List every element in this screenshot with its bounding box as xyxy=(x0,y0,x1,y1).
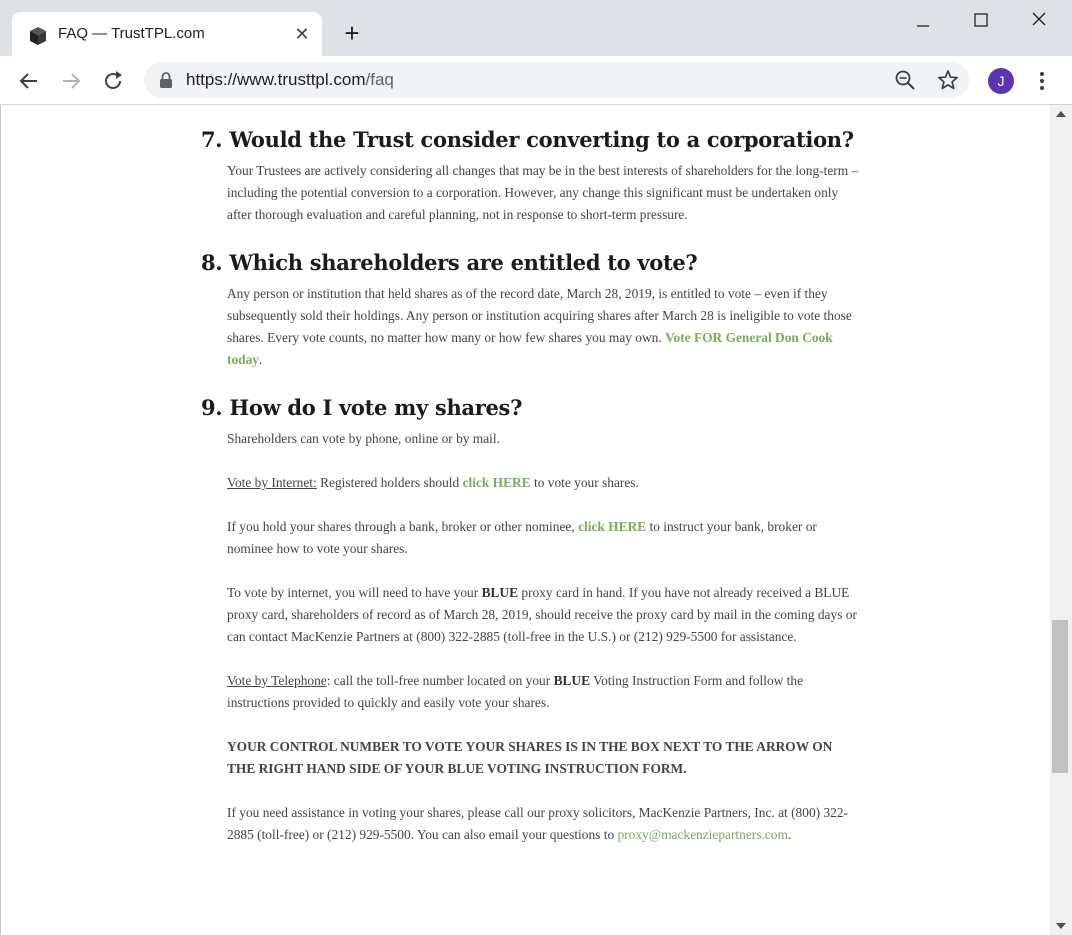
new-tab-plus-icon[interactable]: + xyxy=(338,20,366,48)
tab-strip: FAQ — TrustTPL.com ✕ + xyxy=(0,0,1072,56)
url-text: https://www.trusttpl.com/faq xyxy=(186,70,394,90)
phone-text-a: : call the toll-free number located on y… xyxy=(326,673,551,688)
lock-icon[interactable] xyxy=(158,71,174,89)
phone-blue-text: BLUE xyxy=(553,673,591,688)
vote-by-internet-paragraph: Vote by Internet: Registered holders sho… xyxy=(227,472,861,494)
address-bar[interactable]: https://www.trusttpl.com/faq xyxy=(144,62,970,98)
cube-favicon-icon xyxy=(30,27,46,45)
nominee-paragraph: If you hold your shares through a bank, … xyxy=(227,516,861,560)
scroll-up-arrow-icon[interactable] xyxy=(1050,105,1072,125)
bookmark-star-icon[interactable] xyxy=(936,68,960,92)
control-number-notice: YOUR CONTROL NUMBER TO VOTE YOUR SHARES … xyxy=(227,739,833,776)
faq-q9-title: 9. How do I vote my shares? xyxy=(201,395,523,420)
faq-q7-body: Your Trustees are actively considering a… xyxy=(227,163,859,222)
window-minimize-icon[interactable] xyxy=(899,6,945,34)
faq-q8-title: 8. Which shareholders are entitled to vo… xyxy=(201,250,698,275)
back-arrow-icon[interactable] xyxy=(14,66,44,96)
vote-by-telephone-label: Vote by Telephone xyxy=(227,673,327,688)
reload-icon[interactable] xyxy=(98,66,128,96)
click-here-nominee-link[interactable]: click HERE xyxy=(578,519,646,534)
url-path: /faq xyxy=(365,70,394,89)
vote-by-telephone-paragraph: Vote by Telephone: call the toll-free nu… xyxy=(227,670,861,714)
proxy-card-paragraph: To vote by internet, you will need to ha… xyxy=(227,582,861,648)
browser-menu-icon[interactable] xyxy=(1032,68,1052,94)
card-text-a: To vote by internet, you will need to ha… xyxy=(227,585,479,600)
internet-text-b: to vote your shares. xyxy=(534,475,639,490)
profile-avatar[interactable]: J xyxy=(988,68,1014,94)
window-close-icon[interactable] xyxy=(1016,6,1062,34)
help-end: . xyxy=(787,827,792,842)
forward-arrow-icon[interactable] xyxy=(56,66,86,96)
window-maximize-icon[interactable] xyxy=(957,6,1003,34)
page-viewport: 7. Would the Trust consider converting t… xyxy=(0,105,1051,935)
tab-close-icon[interactable]: ✕ xyxy=(290,22,314,46)
active-tab[interactable]: FAQ — TrustTPL.com ✕ xyxy=(12,12,322,56)
card-blue-text: BLUE xyxy=(481,585,519,600)
faq-content: 7. Would the Trust consider converting t… xyxy=(201,105,861,846)
nominee-text-a: If you hold your shares through a bank, … xyxy=(227,519,575,534)
assistance-paragraph: If you need assistance in voting your sh… xyxy=(227,802,861,846)
proxy-email-link[interactable]: proxy@mackenziepartners.com xyxy=(618,827,788,842)
vertical-scrollbar[interactable] xyxy=(1050,105,1072,935)
faq-q7-title: 7. Would the Trust consider converting t… xyxy=(201,127,854,152)
browser-toolbar: https://www.trusttpl.com/faq J xyxy=(0,56,1072,105)
scroll-down-arrow-icon[interactable] xyxy=(1050,915,1072,935)
faq-q9-intro: Shareholders can vote by phone, online o… xyxy=(227,431,500,446)
tab-title: FAQ — TrustTPL.com xyxy=(58,25,205,42)
internet-text-a: Registered holders should xyxy=(320,475,460,490)
zoom-out-icon[interactable] xyxy=(894,69,916,91)
url-host: https://www.trusttpl.com xyxy=(186,70,366,89)
vote-by-internet-label: Vote by Internet: xyxy=(227,475,317,490)
scrollbar-thumb[interactable] xyxy=(1052,620,1068,773)
faq-q8-body: Any person or institution that held shar… xyxy=(227,286,852,367)
click-here-internet-link[interactable]: click HERE xyxy=(463,475,531,490)
